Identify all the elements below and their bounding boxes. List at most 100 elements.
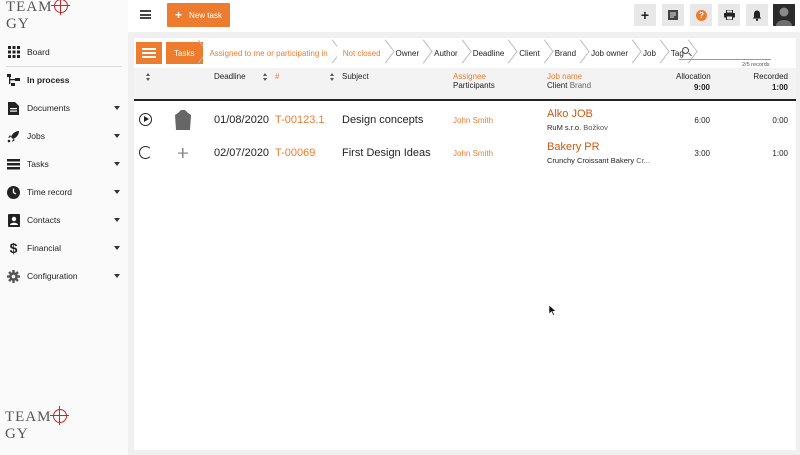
client-name: Crunchy Croissant Bakery	[547, 156, 635, 165]
sidebar-item-label: Board	[27, 47, 50, 57]
new-task-button[interactable]: + New task	[167, 3, 230, 27]
print-button[interactable]	[718, 4, 740, 26]
chevron-down-icon	[114, 106, 120, 110]
sidebar-item-contacts[interactable]: Contacts	[0, 206, 128, 234]
recorded-total: 1:00	[771, 83, 788, 92]
filter-crumb-owner[interactable]: Owner	[390, 42, 429, 64]
chevron-down-icon	[114, 246, 120, 250]
search-icon	[682, 47, 689, 54]
filter-breadcrumb: Tasks Assigned to me or participating in…	[166, 42, 693, 64]
filter-crumb-status[interactable]: Not closed	[336, 42, 390, 64]
sidebar-item-label: Configuration	[27, 271, 78, 281]
sidebar-nav: Board In process Documents Jobs Tasks Ti…	[0, 38, 128, 290]
list-view-icon[interactable]	[136, 42, 162, 64]
sidebar-item-tasks[interactable]: Tasks	[0, 150, 128, 178]
thumbnail-icon	[175, 110, 191, 132]
filter-crumb-job[interactable]: Job	[637, 42, 665, 64]
task-id-link[interactable]: T-00069	[275, 147, 315, 159]
sidebar-item-label: Documents	[27, 103, 70, 113]
allocation-cell: 6:00	[694, 116, 710, 125]
svg-text:?: ?	[699, 11, 704, 20]
table-row[interactable]: 02/07/2020 T-00069 First Design Ideas Jo…	[134, 137, 796, 170]
search-input[interactable]	[679, 46, 771, 60]
subject-cell[interactable]: Design concepts	[342, 114, 423, 126]
filter-crumb-deadline[interactable]: Deadline	[467, 42, 514, 64]
sidebar-divider	[6, 66, 122, 67]
sidebar-item-label: Financial	[27, 243, 62, 253]
filter-crumb-author[interactable]: Author	[428, 42, 467, 64]
filter-crumb-assignment[interactable]: Assigned to me or participating in	[203, 42, 337, 64]
client-cell: RuM s.r.o. Božkov	[547, 123, 608, 132]
filter-crumb-job-owner[interactable]: Job owner	[585, 42, 637, 64]
task-list-panel: Tasks Assigned to me or participating in…	[134, 38, 796, 450]
assignee-cell[interactable]: John Smith	[453, 116, 493, 125]
new-task-label: New task	[189, 10, 222, 20]
table-row[interactable]: 01/08/2020 T-00123.1 Design concepts Joh…	[134, 104, 796, 137]
logo-text: TEAMGY	[5, 406, 87, 443]
deadline-cell: 02/07/2020	[214, 147, 270, 159]
running-timer-icon[interactable]	[139, 146, 152, 159]
brand-name: Cr...	[636, 156, 650, 165]
sidebar-item-financial[interactable]: $ Financial	[0, 234, 128, 262]
column-deadline[interactable]: Deadline	[214, 72, 246, 81]
gear-icon	[7, 269, 20, 283]
clock-icon	[7, 185, 20, 199]
sidebar-item-in-process[interactable]: In process	[0, 66, 128, 94]
rocket-icon	[7, 130, 20, 143]
recorded-cell: 0:00	[772, 116, 788, 125]
column-job-name[interactable]: Job name	[547, 72, 582, 81]
allocation-total: 9:00	[693, 83, 710, 92]
client-name: RuM s.r.o.	[547, 123, 582, 132]
notifications-button[interactable]	[746, 4, 768, 26]
document-icon	[7, 101, 20, 115]
avatar[interactable]	[773, 4, 795, 26]
sidebar-item-label: Tasks	[27, 159, 49, 169]
filter-crumb-brand[interactable]: Brand	[549, 42, 585, 64]
chevron-down-icon	[114, 190, 120, 194]
sidebar-item-label: Contacts	[27, 215, 61, 225]
sort-icon[interactable]	[146, 73, 151, 82]
notes-button[interactable]	[662, 4, 684, 26]
column-allocation[interactable]: Allocation	[676, 72, 711, 81]
filter-crumb-client[interactable]: Client	[513, 42, 548, 64]
subject-cell[interactable]: First Design Ideas	[342, 147, 431, 159]
column-recorded[interactable]: Recorded	[748, 72, 788, 81]
grid-icon	[7, 46, 20, 59]
sidebar-item-jobs[interactable]: Jobs	[0, 122, 128, 150]
plus-icon: +	[640, 7, 650, 23]
client-cell: Crunchy Croissant Bakery Cr...	[547, 156, 650, 165]
column-client: Client	[547, 81, 568, 90]
task-id-link[interactable]: T-00123.1	[275, 114, 325, 126]
column-assignee[interactable]: Assignee	[453, 72, 486, 81]
app-logo[interactable]: TEAMGY	[6, 0, 88, 32]
add-button[interactable]: +	[634, 4, 656, 26]
table-header: Deadline # Subject Assignee Participants…	[134, 68, 796, 101]
column-client-brand[interactable]: Client Brand	[547, 81, 591, 90]
sidebar-item-board[interactable]: Board	[0, 38, 128, 66]
sort-icon[interactable]	[330, 73, 335, 82]
sort-icon[interactable]	[263, 73, 268, 82]
column-participants[interactable]: Participants	[453, 81, 495, 90]
allocation-cell: 3:00	[694, 149, 710, 158]
chevron-down-icon	[114, 134, 120, 138]
sidebar-item-time-record[interactable]: Time record	[0, 178, 128, 206]
sidebar-item-label: Jobs	[27, 131, 45, 141]
menu-toggle-icon[interactable]	[140, 10, 151, 19]
sidebar-item-documents[interactable]: Documents	[0, 94, 128, 122]
assignee-cell[interactable]: John Smith	[453, 149, 493, 158]
chevron-down-icon	[114, 162, 120, 166]
top-bar: + New task + ?	[128, 0, 800, 32]
mouse-cursor-icon	[549, 305, 557, 316]
job-name-link[interactable]: Bakery PR	[547, 141, 600, 153]
print-icon	[723, 10, 735, 20]
column-subject[interactable]: Subject	[342, 72, 369, 81]
filter-crumb-tasks[interactable]: Tasks	[166, 42, 204, 64]
job-name-link[interactable]: Alko JOB	[547, 108, 593, 120]
sidebar-item-configuration[interactable]: Configuration	[0, 262, 128, 290]
play-timer-icon[interactable]	[139, 113, 152, 126]
plus-icon: +	[175, 8, 183, 22]
column-id[interactable]: #	[275, 72, 279, 81]
thumbnail-icon	[178, 148, 188, 160]
sidebar-item-label: Time record	[27, 187, 73, 197]
help-button[interactable]: ?	[690, 4, 712, 26]
